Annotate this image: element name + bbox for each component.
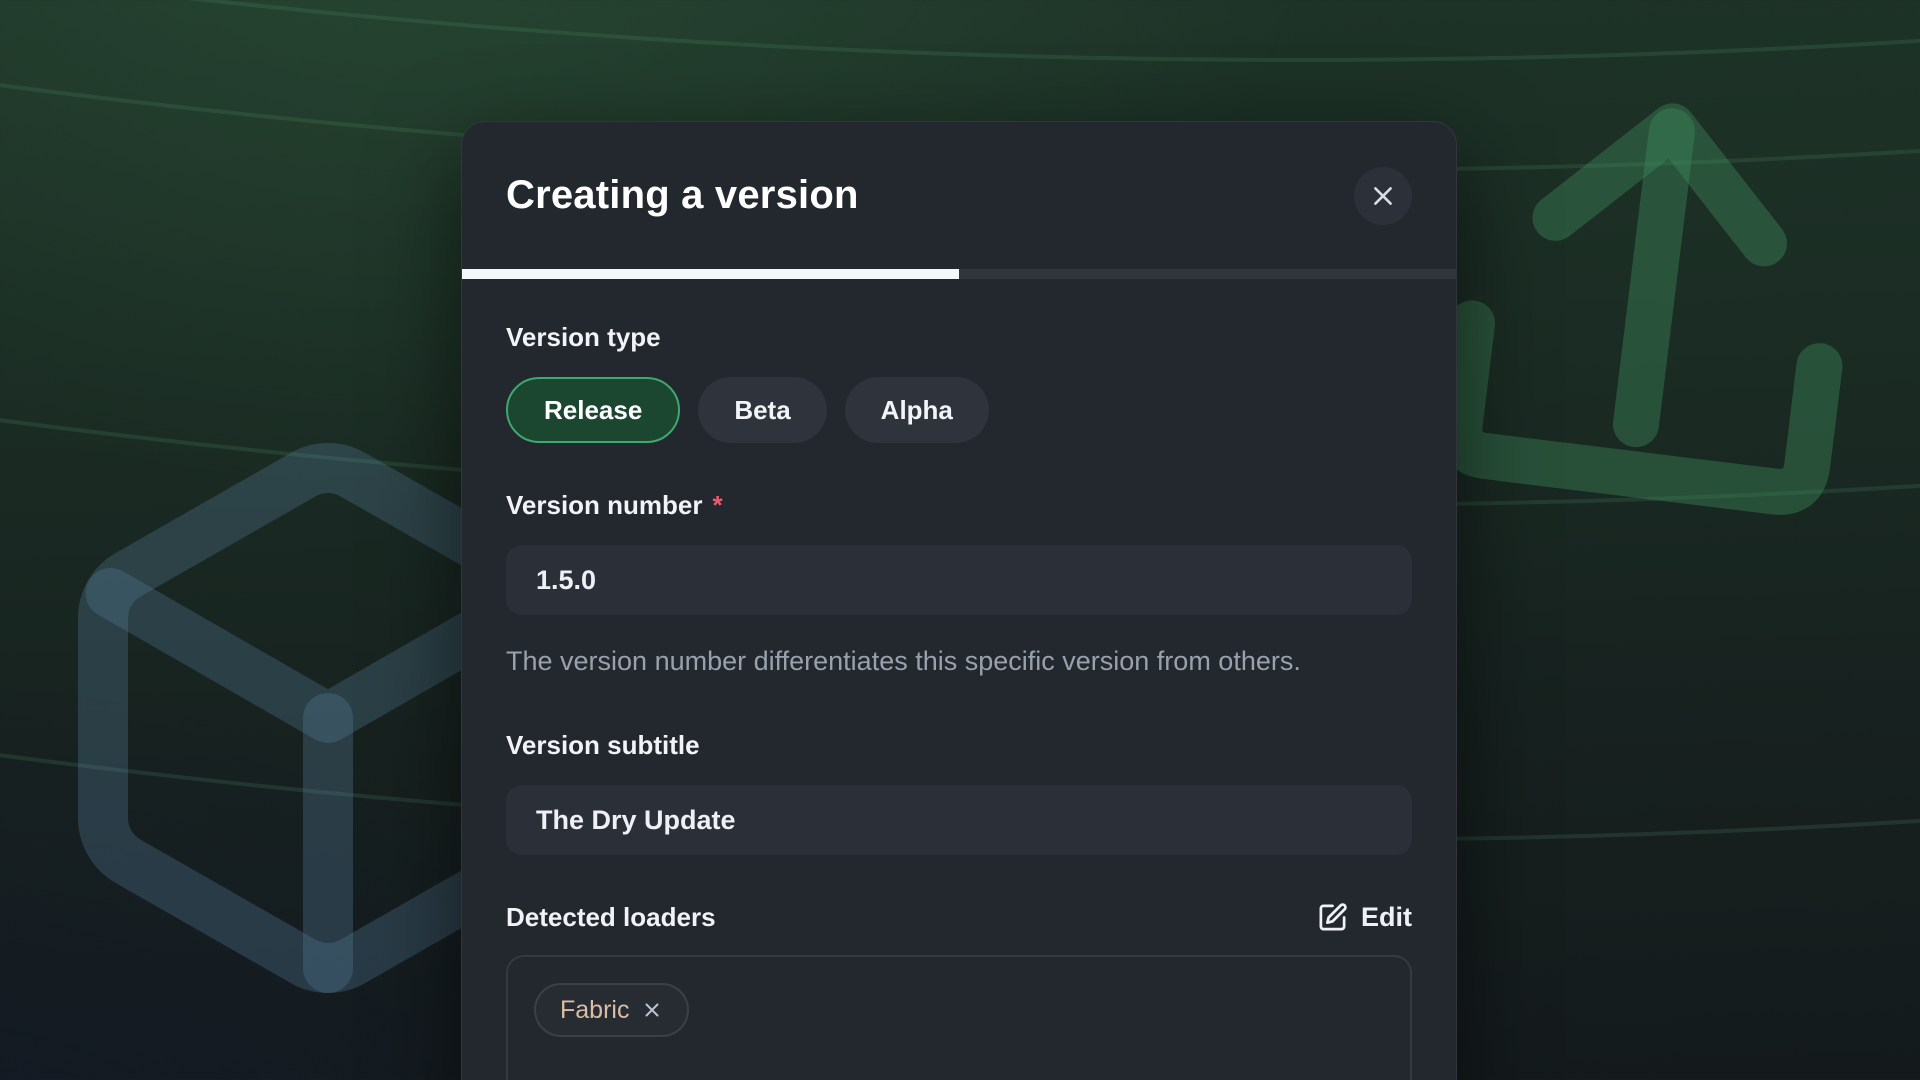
detected-loaders-box: Fabric (506, 955, 1412, 1080)
progress-bar (462, 269, 1456, 279)
close-icon (1370, 183, 1396, 209)
progress-fill (462, 269, 959, 279)
version-type-options: Release Beta Alpha (506, 377, 1412, 443)
version-number-section: Version number * The version number diff… (506, 489, 1412, 683)
close-icon (641, 999, 663, 1021)
modal-body: Version type Release Beta Alpha Version … (462, 279, 1456, 1080)
version-subtitle-input[interactable] (506, 785, 1412, 855)
loader-chip-label: Fabric (560, 996, 629, 1025)
modal-header: Creating a version (462, 122, 1456, 269)
version-number-help: The version number differentiates this s… (506, 639, 1386, 683)
upload-arrow-icon (1456, 105, 1846, 495)
version-number-input[interactable] (506, 545, 1412, 615)
edit-loaders-button[interactable]: Edit (1317, 902, 1412, 933)
detected-loaders-header: Detected loaders Edit (506, 901, 1412, 933)
detected-loaders-label: Detected loaders (506, 901, 716, 933)
version-type-label: Version type (506, 321, 1412, 353)
square-pen-icon (1317, 902, 1348, 933)
close-button[interactable] (1354, 167, 1412, 225)
required-marker: * (713, 489, 723, 521)
version-type-beta-button[interactable]: Beta (698, 377, 826, 443)
modal-title: Creating a version (506, 173, 859, 218)
screen: { "modal": { "title": "Creating a versio… (0, 0, 1920, 1080)
detected-loaders-section: Detected loaders Edit Fabric (506, 901, 1412, 1080)
version-type-section: Version type Release Beta Alpha (506, 321, 1412, 443)
loader-chip-fabric: Fabric (534, 983, 689, 1037)
remove-loader-button[interactable] (641, 999, 663, 1021)
version-type-release-button[interactable]: Release (506, 377, 680, 443)
version-type-alpha-button[interactable]: Alpha (845, 377, 989, 443)
version-subtitle-section: Version subtitle (506, 729, 1412, 855)
version-number-label: Version number * (506, 489, 1412, 521)
version-subtitle-label: Version subtitle (506, 729, 1412, 761)
create-version-modal: Creating a version Version type Release … (461, 121, 1457, 1080)
edit-label: Edit (1361, 902, 1412, 933)
